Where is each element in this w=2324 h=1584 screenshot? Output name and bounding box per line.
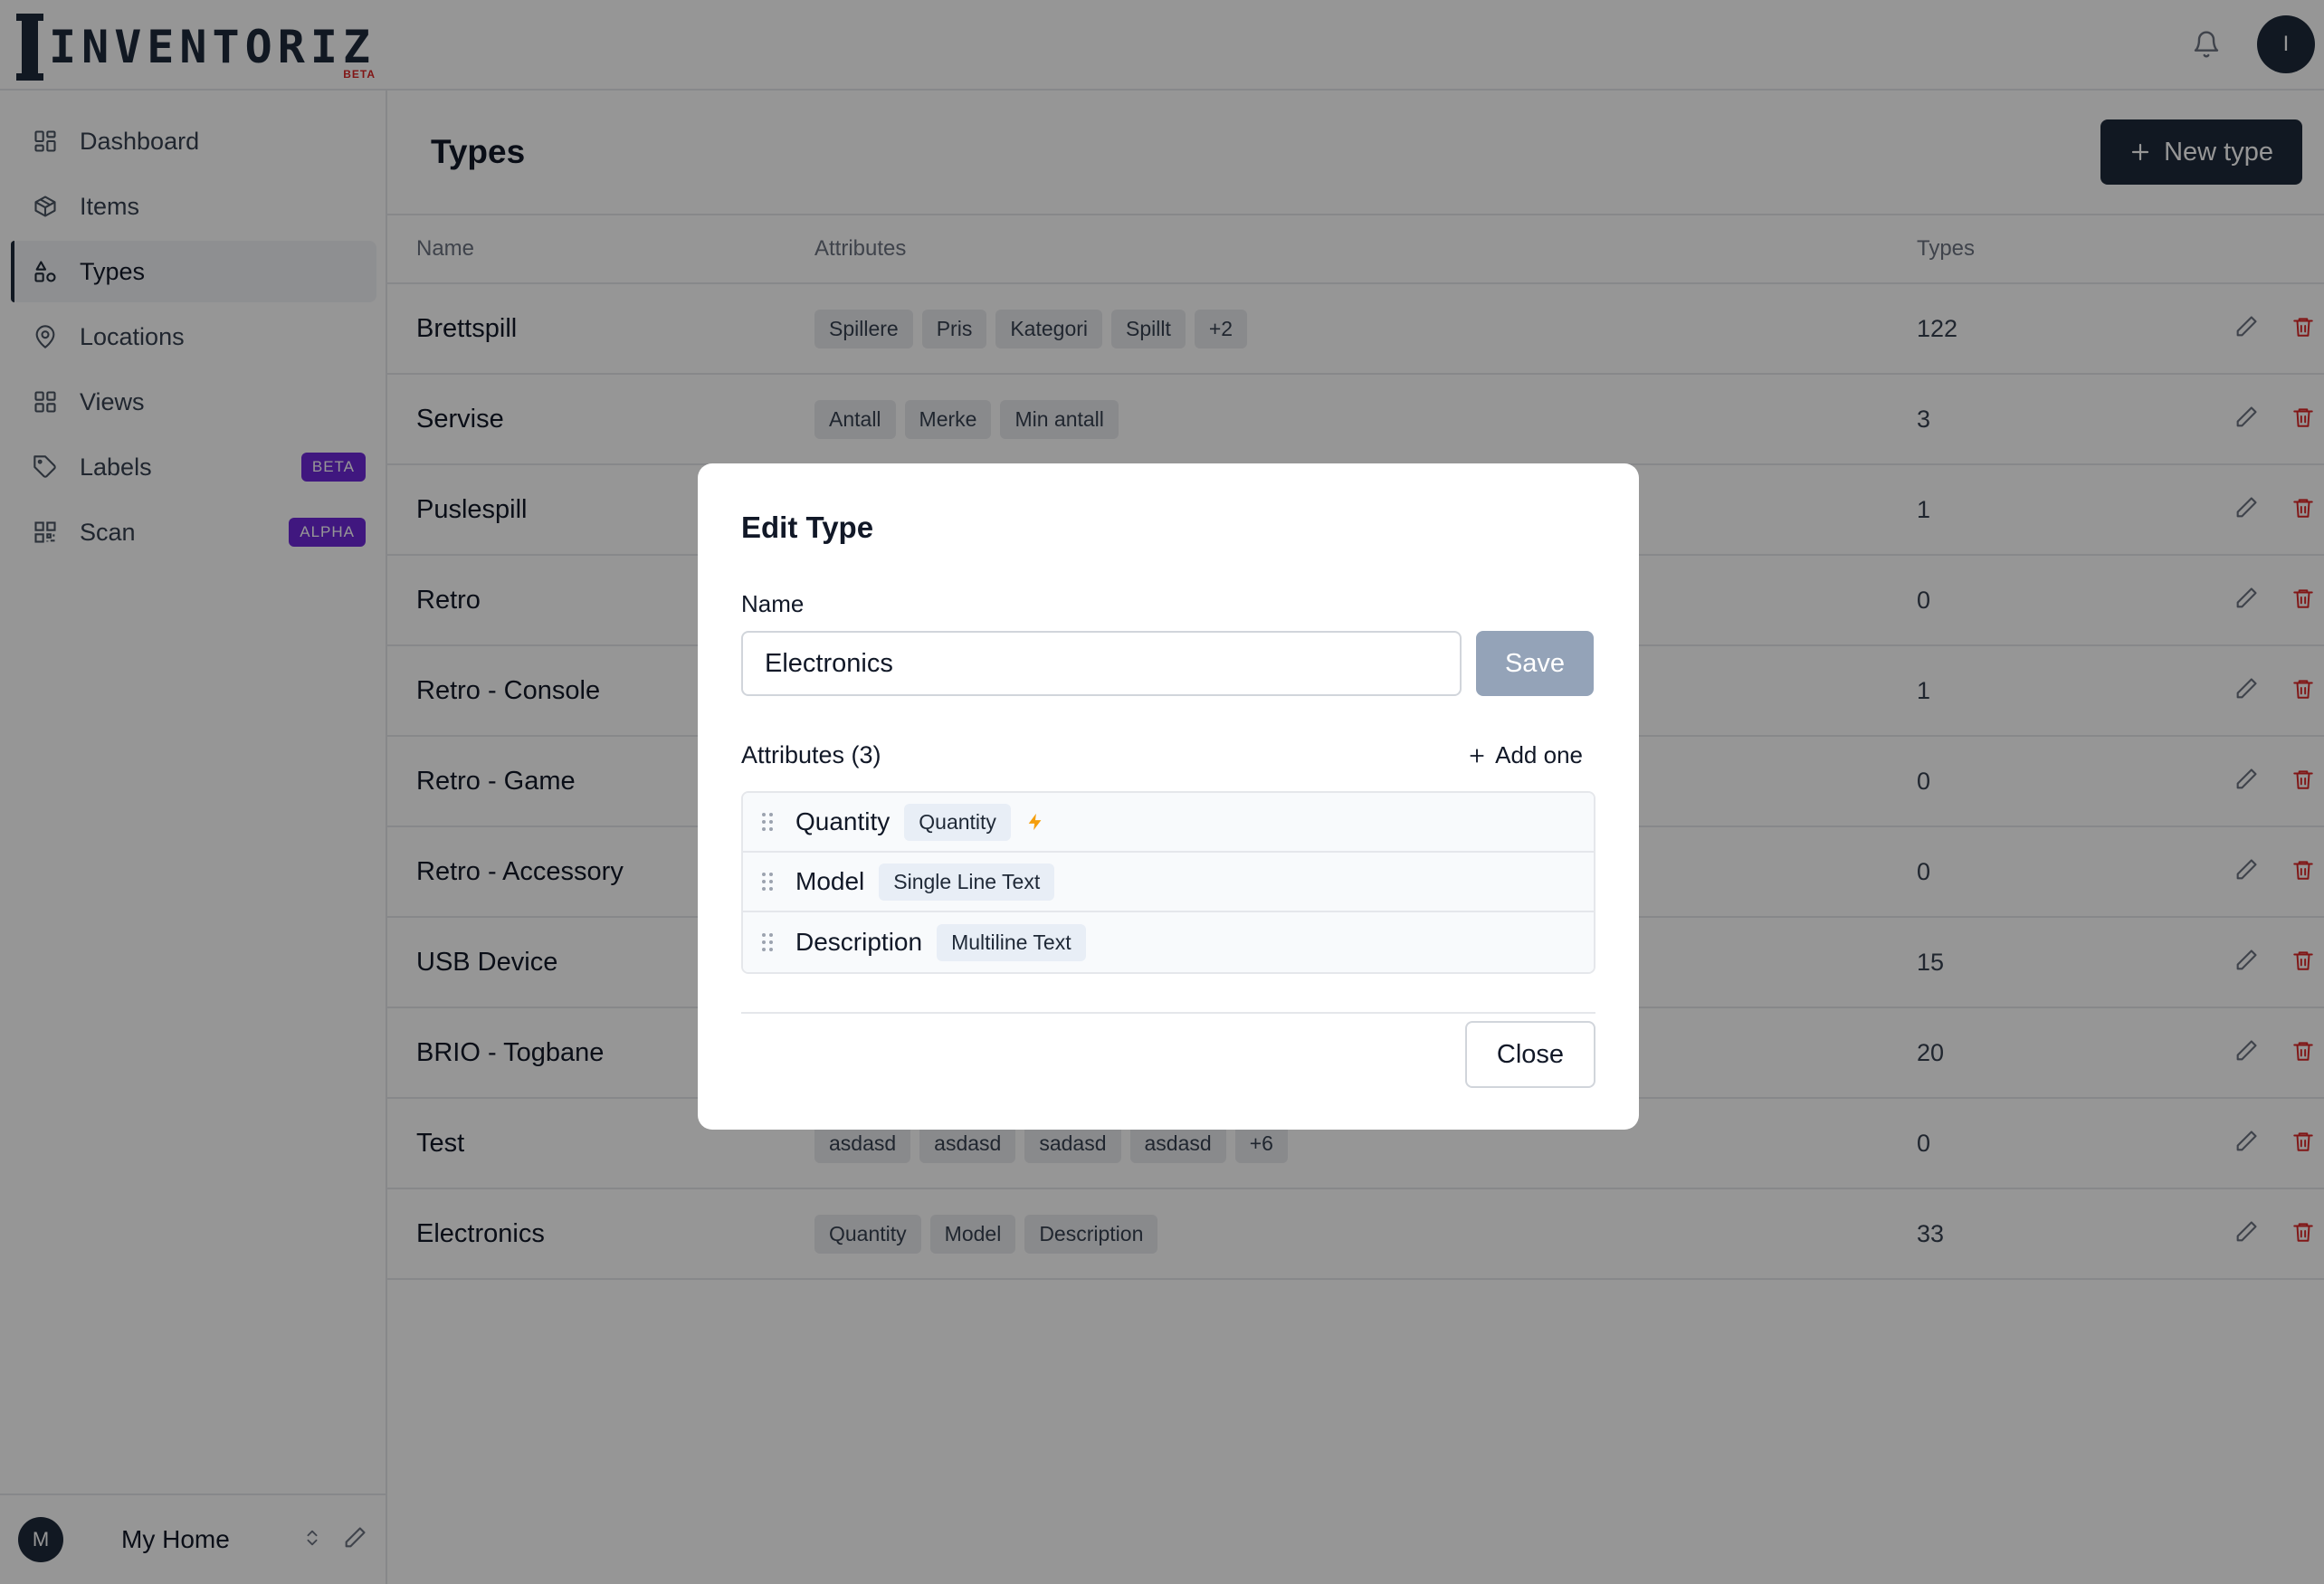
add-one-label: Add one <box>1495 741 1583 768</box>
dialog-title: Edit Type <box>741 511 874 544</box>
drag-handle-icon[interactable] <box>761 932 776 952</box>
attribute-name: Model <box>795 867 865 895</box>
save-button[interactable]: Save <box>1476 631 1594 696</box>
drag-handle-icon[interactable] <box>761 812 776 832</box>
attribute-type-chip: Multiline Text <box>937 923 1086 961</box>
attribute-list: Quantity Quantity Model Single Line Text Des… <box>741 791 1595 974</box>
lightning-icon <box>1025 810 1045 834</box>
close-button[interactable]: Close <box>1465 1021 1595 1088</box>
attributes-heading: Attributes (3) <box>741 741 881 768</box>
drag-handle-icon[interactable] <box>761 872 776 892</box>
attribute-row[interactable]: Quantity Quantity <box>743 793 1594 853</box>
attribute-type-chip: Quantity <box>904 803 1011 841</box>
attribute-name: Quantity <box>795 807 891 835</box>
attribute-row[interactable]: Model Single Line Text <box>743 853 1594 912</box>
edit-type-dialog: Edit Type Name Save Attributes (3) Add o… <box>698 463 1639 1130</box>
attribute-type-chip: Single Line Text <box>879 863 1055 901</box>
attribute-row[interactable]: Description Multiline Text <box>743 912 1594 972</box>
plus-icon <box>1470 748 1484 763</box>
dialog-divider <box>741 1012 1595 1014</box>
name-input[interactable] <box>741 631 1462 696</box>
name-label: Name <box>741 590 805 617</box>
attribute-name: Description <box>795 928 923 956</box>
add-attribute-button[interactable]: Add one <box>1468 741 1595 769</box>
